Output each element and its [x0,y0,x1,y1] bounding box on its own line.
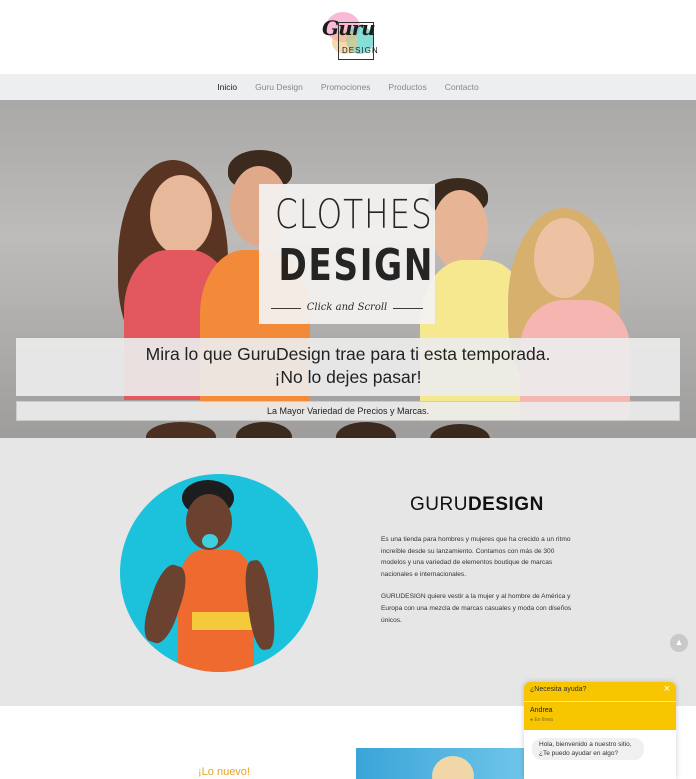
nav-item-contacto[interactable]: Contacto [444,82,480,92]
about-description: Es una tienda para hombres y mujeres que… [381,534,581,637]
logo-script-text: Guru [322,16,376,40]
model-photo-circle [120,474,318,672]
variety-sub-banner: La Mayor Variedad de Precios y Marcas. [16,401,680,421]
season-banner: Mira lo que GuruDesign trae para ti esta… [16,338,680,396]
nav-item-guru-design[interactable]: Guru Design [254,82,304,92]
logo-small-text: DESIGN [342,46,379,55]
site-header: Guru DESIGN [0,0,696,74]
nav-item-promociones[interactable]: Promociones [320,82,372,92]
guru-design-logo[interactable]: Guru DESIGN [318,8,378,64]
chat-agent-name: Andrea [530,707,553,714]
chat-message-bubble: Hola, bienvenido a nuestro sitio, ¿Te pu… [532,738,644,760]
about-section: GURUDESIGN Es una tienda para hombres y … [0,438,696,706]
chat-widget[interactable]: ¿Necesita ayuda? × Andrea ● En línea Hol… [524,682,676,779]
about-paragraph-2: GURUDESIGN quiere vestir a la mujer y al… [381,593,572,624]
chat-header[interactable]: ¿Necesita ayuda? × Andrea ● En línea [524,682,676,730]
close-icon[interactable]: × [664,683,670,695]
new-arrivals-heading: ¡Lo nuevo! [198,766,250,778]
new-arrivals-photo [356,748,526,779]
clothes-design-title-card: CLOTHES DESIGN Click and Scroll [259,184,435,324]
main-nav: Inicio Guru Design Promociones Productos… [0,74,696,100]
scroll-to-top-button[interactable]: ▲ [670,634,688,652]
about-paragraph-1: Es una tienda para hombres y mujeres que… [381,536,571,578]
about-title: GURUDESIGN [410,494,544,515]
hero-title-line2: DESIGN [278,240,435,291]
season-banner-line1: Mira lo que GuruDesign trae para ti esta… [145,344,551,364]
chat-agent-status: ● En línea [530,717,553,723]
chat-question: ¿Necesita ayuda? [530,686,587,693]
hero-title-line1: CLOTHES [274,192,433,238]
nav-item-inicio[interactable]: Inicio [216,82,238,92]
hero-banner: CLOTHES DESIGN Click and Scroll Mira lo … [0,100,696,438]
page: Guru DESIGN Inicio Guru Design Promocion… [0,0,696,779]
season-banner-line2: ¡No lo dejes pasar! [274,367,422,387]
nav-item-productos[interactable]: Productos [387,82,427,92]
